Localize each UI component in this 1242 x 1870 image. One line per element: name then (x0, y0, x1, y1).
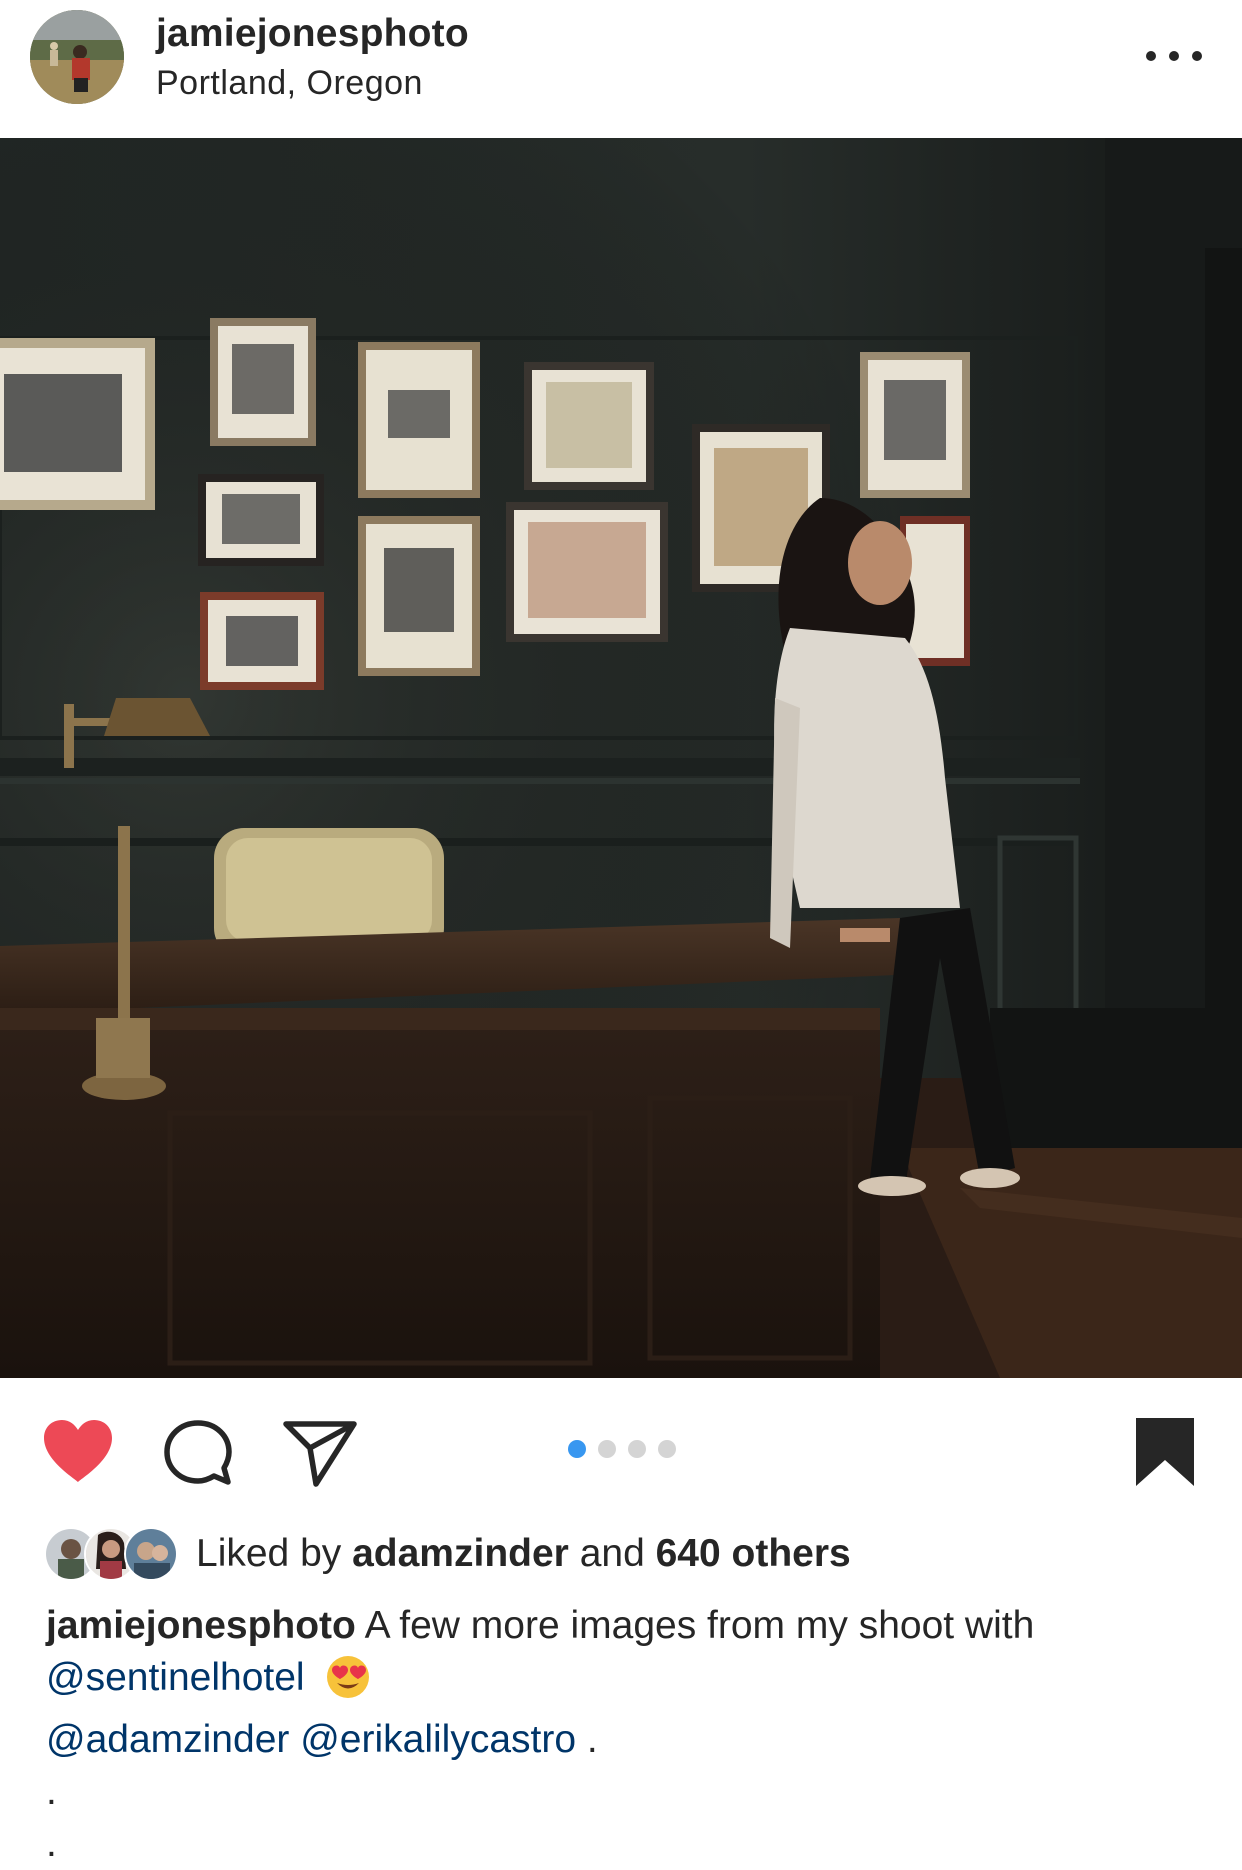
more-options-icon[interactable] (1146, 40, 1202, 72)
mention-link[interactable]: @adamzinder (46, 1718, 289, 1761)
mention-link[interactable]: @sentinelhotel (46, 1656, 305, 1699)
more-dot (1146, 51, 1156, 61)
carousel-dot-active (568, 1440, 586, 1458)
post-header: jamiejonesphoto Portland, Oregon (0, 0, 1242, 138)
author-location[interactable]: Portland, Oregon (156, 64, 423, 103)
bookmark-icon[interactable] (1134, 1416, 1196, 1493)
likes-others-count[interactable]: 640 others (656, 1532, 851, 1575)
caption-username[interactable]: jamiejonesphoto (46, 1604, 356, 1647)
liker-username[interactable]: adamzinder (352, 1532, 569, 1575)
share-icon[interactable] (282, 1418, 358, 1493)
caption-extra-line: . (46, 1822, 57, 1865)
author-username[interactable]: jamiejonesphoto (156, 12, 469, 56)
carousel-dot (658, 1440, 676, 1458)
caption-extra-line: . (46, 1770, 57, 1813)
likes-prefix: Liked by (196, 1532, 342, 1575)
heart-eyes-emoji (325, 1654, 371, 1714)
post-photo[interactable] (0, 138, 1242, 1378)
comment-icon[interactable] (162, 1418, 234, 1493)
avatar (124, 1527, 178, 1581)
more-dot (1192, 51, 1202, 61)
post-caption: jamiejonesphoto A few more images from m… (46, 1600, 1206, 1870)
liker-avatars[interactable] (44, 1527, 178, 1581)
author-avatar[interactable] (30, 10, 124, 104)
heart-icon[interactable] (40, 1418, 116, 1489)
mention-link[interactable]: @erikalilycastro (300, 1718, 576, 1761)
more-dot (1169, 51, 1179, 61)
likes-row: Liked by adamzinder and 640 others (44, 1524, 851, 1584)
caption-text: A few more images from my shoot with (364, 1604, 1035, 1647)
caption-trailing: . (586, 1718, 598, 1761)
likes-summary[interactable]: Liked by adamzinder and 640 others (196, 1532, 851, 1576)
carousel-dot (628, 1440, 646, 1458)
carousel-indicator (568, 1440, 676, 1458)
carousel-dot (598, 1440, 616, 1458)
likes-joiner: and (579, 1532, 645, 1575)
